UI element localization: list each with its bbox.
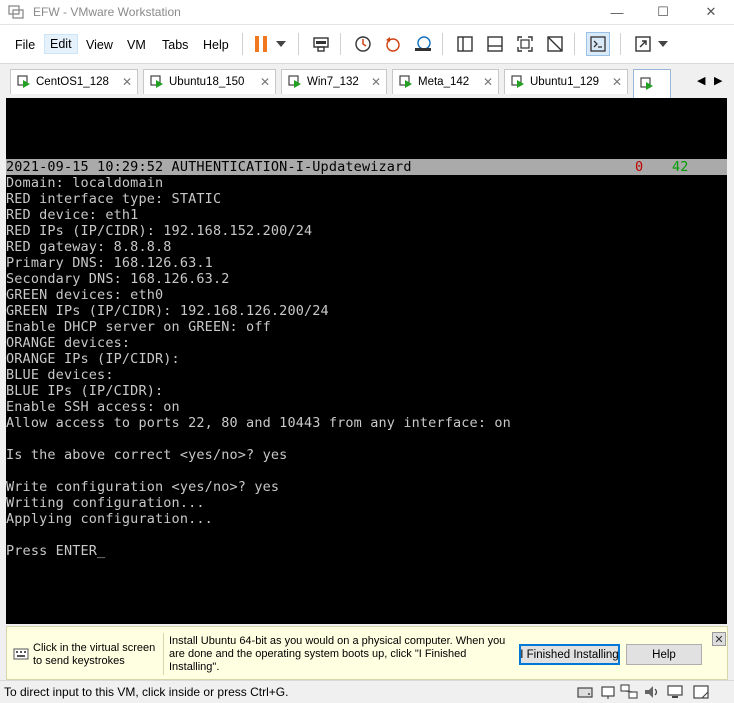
tab-win7-132[interactable]: Win7_132 ✕ <box>281 69 387 94</box>
console-line: GREEN IPs (IP/CIDR): 192.168.126.200/24 <box>6 303 329 319</box>
snapshot-manager-icon[interactable] <box>412 33 434 55</box>
title-bar: EFW - VMware Workstation — ☐ ✕ <box>0 0 734 25</box>
network-adapter-icon[interactable] <box>620 684 638 700</box>
console-line: ORANGE IPs (IP/CIDR): <box>6 351 180 367</box>
toolbar-separator <box>574 33 575 55</box>
console-line: Enable SSH access: on <box>6 399 180 415</box>
console-view-icon[interactable] <box>586 32 610 56</box>
power-dropdown-icon[interactable] <box>272 33 290 55</box>
tab-close-icon[interactable]: ✕ <box>371 75 381 89</box>
vm-icon <box>288 75 301 88</box>
send-ctrl-alt-del-icon[interactable] <box>310 33 332 55</box>
vm-console-screen[interactable]: 2021-09-15 10:29:52 AUTHENTICATION-I-Upd… <box>6 98 727 624</box>
console-line: Allow access to ports 22, 80 and 10443 f… <box>6 415 511 431</box>
keyboard-icon <box>13 648 29 660</box>
toolbar-separator <box>340 33 341 55</box>
tab-close-icon[interactable]: ✕ <box>612 75 622 89</box>
hint-install-text: Install Ubuntu 64-bit as you would on a … <box>169 635 506 673</box>
toolbar-separator <box>620 33 621 55</box>
status-bar: To direct input to this VM, click inside… <box>0 680 734 703</box>
console-line: ORANGE devices: <box>6 335 131 351</box>
tab-ubuntu1-129[interactable]: Ubuntu1_129 ✕ <box>504 69 628 94</box>
vm-icon <box>511 75 524 88</box>
window-title: EFW - VMware Workstation <box>33 5 181 19</box>
console-line: Press ENTER_ <box>6 543 106 559</box>
menu-toolbar: File Edit View VM Tabs Help <box>0 25 734 64</box>
unity-icon[interactable] <box>544 33 566 55</box>
console-line: Primary DNS: 168.126.63.1 <box>6 255 213 271</box>
console-line: BLUE IPs (IP/CIDR): <box>6 383 164 399</box>
tab-efw-active[interactable] <box>633 69 671 98</box>
vm-icon <box>399 75 412 88</box>
tab-label: CentOS1_128 <box>36 76 109 88</box>
menu-file[interactable]: File <box>10 36 40 54</box>
stretch-icon[interactable] <box>632 33 654 55</box>
console-status-line: 2021-09-15 10:29:52 AUTHENTICATION-I-Upd… <box>6 159 727 175</box>
vm-tab-bar: CentOS1_128 ✕ Ubuntu18_150 ✕ Win7_132 ✕ … <box>0 64 734 98</box>
menu-tabs[interactable]: Tabs <box>157 36 193 54</box>
network-icon[interactable] <box>599 684 617 700</box>
console-line: RED IPs (IP/CIDR): 192.168.152.200/24 <box>6 223 313 239</box>
tab-label: Ubuntu18_150 <box>169 76 245 88</box>
stretch-dropdown-icon[interactable] <box>654 33 672 55</box>
toolbar-separator <box>442 33 443 55</box>
console-line: Is the above correct <yes/no>? yes <box>6 447 288 463</box>
toolbar-separator <box>242 33 243 55</box>
vm-icon <box>640 77 653 90</box>
vm-icon <box>17 75 30 88</box>
menu-edit[interactable]: Edit <box>44 34 78 54</box>
console-status-green-value: 42 <box>672 159 689 175</box>
tab-centos1-128[interactable]: CentOS1_128 ✕ <box>10 69 138 94</box>
menu-vm[interactable]: VM <box>122 36 151 54</box>
console-line: RED device: eth1 <box>6 207 139 223</box>
vm-icon <box>150 75 163 88</box>
finished-installing-button[interactable]: I Finished Installing <box>519 644 620 665</box>
hint-click-text: Click in the virtual screen to send keys… <box>33 642 156 667</box>
console-line: GREEN devices: eth0 <box>6 287 164 303</box>
fullscreen-icon[interactable] <box>514 33 536 55</box>
console-line: Secondary DNS: 168.126.63.2 <box>6 271 230 287</box>
close-button[interactable]: ✕ <box>688 0 734 24</box>
tab-meta-142[interactable]: Meta_142 ✕ <box>392 69 499 94</box>
pause-icon[interactable] <box>250 33 272 55</box>
console-line: Domain: localdomain <box>6 175 164 191</box>
tab-scroll-right-icon[interactable]: ▶ <box>714 74 722 87</box>
snapshot-take-icon[interactable] <box>352 33 374 55</box>
console-line: Writing configuration... <box>6 495 205 511</box>
install-hint-bar: Click in the virtual screen to send keys… <box>6 626 728 680</box>
sound-icon[interactable] <box>643 684 661 700</box>
console-line: BLUE devices: <box>6 367 114 383</box>
hard-disk-icon[interactable] <box>576 684 594 700</box>
hint-divider <box>163 633 164 675</box>
hint-close-icon[interactable]: ✕ <box>712 632 726 646</box>
status-message: To direct input to this VM, click inside… <box>4 685 289 699</box>
console-status-red-value: 0 <box>635 159 644 175</box>
tab-label: Win7_132 <box>307 76 359 88</box>
toolbar-separator <box>298 33 299 55</box>
tab-label: Ubuntu1_129 <box>530 76 600 88</box>
thumbnail-bar-icon[interactable] <box>484 33 506 55</box>
console-line: Applying configuration... <box>6 511 213 527</box>
snapshot-revert-icon[interactable] <box>382 33 404 55</box>
tab-ubuntu18-150[interactable]: Ubuntu18_150 ✕ <box>143 69 276 94</box>
maximize-button[interactable]: ☐ <box>640 0 686 24</box>
console-status-text: 2021-09-15 10:29:52 AUTHENTICATION-I-Upd… <box>6 159 412 175</box>
message-icon[interactable] <box>692 684 710 700</box>
console-line: Write configuration <yes/no>? yes <box>6 479 280 495</box>
tab-label: Meta_142 <box>418 76 470 88</box>
tab-close-icon[interactable]: ✕ <box>122 75 132 89</box>
console-line: Enable DHCP server on GREEN: off <box>6 319 271 335</box>
tab-close-icon[interactable]: ✕ <box>483 75 493 89</box>
tab-scroll-left-icon[interactable]: ◀ <box>697 74 705 87</box>
console-line: RED gateway: 8.8.8.8 <box>6 239 172 255</box>
minimize-button[interactable]: — <box>594 0 640 24</box>
vmware-app-icon <box>8 5 24 19</box>
console-line: RED interface type: STATIC <box>6 191 222 207</box>
sidebar-toggle-icon[interactable] <box>454 33 476 55</box>
display-icon[interactable] <box>666 684 684 700</box>
menu-help[interactable]: Help <box>198 36 234 54</box>
help-button[interactable]: Help <box>626 644 702 665</box>
tab-close-icon[interactable]: ✕ <box>260 75 270 89</box>
menu-view[interactable]: View <box>81 36 118 54</box>
